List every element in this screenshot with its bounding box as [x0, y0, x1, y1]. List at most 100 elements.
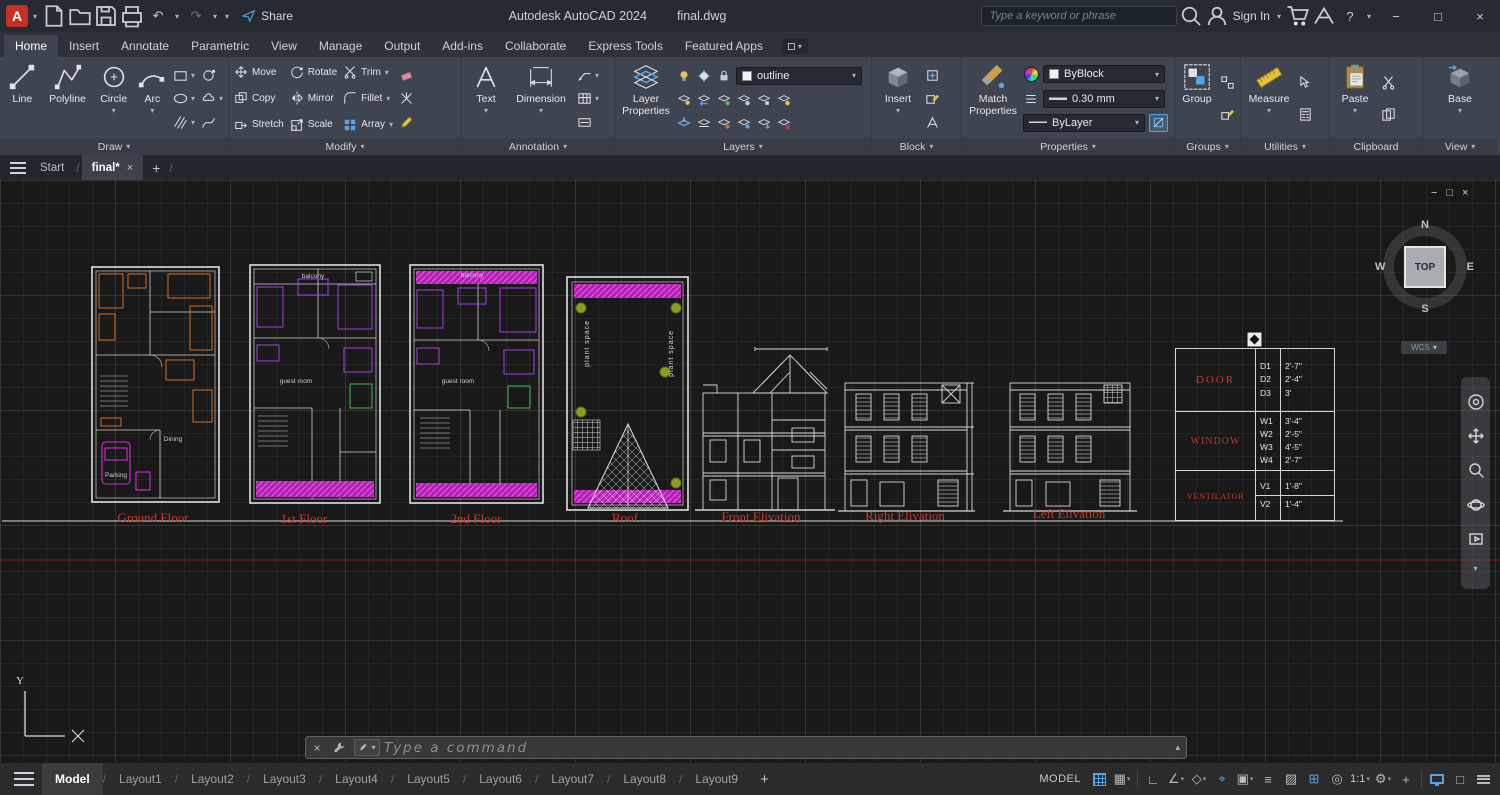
layer-unisolate-icon[interactable] — [736, 93, 752, 108]
ungroup-tool-button[interactable] — [1218, 75, 1237, 90]
tab-layout8[interactable]: Layout8 — [610, 763, 679, 795]
cart-icon[interactable] — [1286, 4, 1310, 28]
orbit-icon[interactable] — [1467, 496, 1485, 514]
ellipse-tool-button[interactable]: ▾ — [171, 91, 197, 106]
isodraft-toggle[interactable]: ◇▾ — [1188, 768, 1210, 790]
panel-view-label[interactable]: View▾ — [1423, 138, 1497, 155]
help-icon[interactable]: ? — [1338, 4, 1362, 28]
plan-roof[interactable] — [567, 277, 688, 510]
leader-tool-button[interactable]: ▾ — [575, 68, 601, 83]
arc-button[interactable]: Arc ▾ — [136, 59, 169, 138]
grid-toggle[interactable] — [1088, 768, 1110, 790]
qat-customize-caret-icon[interactable]: ▾ — [222, 12, 232, 21]
polyline-button[interactable]: Polyline — [44, 59, 92, 138]
isolate-objects-toggle[interactable]: ◎ — [1326, 768, 1348, 790]
graphics-performance-toggle[interactable] — [1426, 768, 1448, 790]
close-button[interactable]: × — [1460, 0, 1500, 32]
tab-express-tools[interactable]: Express Tools — [577, 35, 673, 57]
annotation-scale-button[interactable]: 1:1▾ — [1349, 768, 1371, 790]
cut-tool-button[interactable] — [1379, 75, 1398, 90]
ortho-toggle[interactable]: ∟ — [1142, 768, 1164, 790]
panel-utilities-label[interactable]: Utilities▾ — [1241, 138, 1329, 155]
schedule-table[interactable]: DOOR D12'-7" D22'-4" D33' WINDOW W13'-4"… — [1175, 348, 1335, 521]
command-line[interactable]: × ▾ ▴ — [305, 736, 1187, 759]
viewcube-south[interactable]: S — [1421, 303, 1428, 315]
ucs-icon[interactable] — [25, 691, 84, 742]
array-button[interactable]: Array▾ — [341, 112, 395, 138]
linetype-select[interactable]: ByLayer ▾ — [1023, 114, 1145, 132]
circle-3pt-tool-button[interactable] — [199, 68, 225, 83]
tab-home[interactable]: Home — [4, 35, 58, 57]
tab-layout4[interactable]: Layout4 — [322, 763, 391, 795]
search-icon[interactable] — [1179, 4, 1203, 28]
tab-view[interactable]: View — [260, 35, 308, 57]
layer-on-icon[interactable] — [736, 115, 752, 130]
panel-groups-label[interactable]: Groups▾ — [1175, 138, 1240, 155]
edit-block-tool-button[interactable] — [923, 91, 942, 106]
explode-tool-button[interactable] — [397, 91, 416, 106]
tab-layout6[interactable]: Layout6 — [466, 763, 535, 795]
undo-icon[interactable]: ↶ — [146, 4, 170, 28]
tab-annotate[interactable]: Annotate — [110, 35, 180, 57]
panel-annotation-label[interactable]: Annotation▾ — [462, 138, 614, 155]
base-button[interactable]: Base ▾ — [1438, 59, 1482, 138]
scale-button[interactable]: Scale — [288, 112, 339, 138]
tab-layout9[interactable]: Layout9 — [682, 763, 751, 795]
command-input[interactable] — [384, 740, 1169, 756]
measure-button[interactable]: Measure ▾ — [1244, 59, 1294, 138]
lineweight-toggle[interactable]: ≡ — [1257, 768, 1279, 790]
rectangle-tool-button[interactable]: ▾ — [171, 68, 197, 83]
copy-clip-tool-button[interactable] — [1379, 107, 1398, 122]
file-tab-close-icon[interactable]: × — [127, 162, 133, 174]
group-edit-tool-button[interactable] — [1218, 107, 1237, 122]
viewport-restore-icon[interactable]: □ — [1446, 187, 1453, 199]
tab-model[interactable]: Model — [42, 763, 103, 795]
plot-icon[interactable] — [120, 4, 144, 28]
file-tabs-menu-icon[interactable] — [8, 161, 28, 175]
paste-button[interactable]: Paste ▾ — [1333, 59, 1377, 138]
panel-modify-label[interactable]: Modify▾ — [229, 138, 461, 155]
ribbon-options-button[interactable]: ▾ — [782, 38, 808, 54]
tab-layout5[interactable]: Layout5 — [394, 763, 463, 795]
tab-featured-apps[interactable]: Featured Apps — [674, 35, 774, 57]
layer-properties-button[interactable]: Layer Properties — [618, 59, 674, 138]
command-history-caret-icon[interactable]: ▴ — [1169, 742, 1186, 753]
help-search-input[interactable] — [981, 6, 1177, 26]
tab-addins[interactable]: Add-ins — [431, 35, 494, 57]
copy-button[interactable]: Copy — [232, 85, 286, 111]
tab-manage[interactable]: Manage — [308, 35, 373, 57]
navbar-caret-icon[interactable]: ▾ — [1473, 564, 1477, 573]
autodesk-account-icon[interactable] — [1312, 4, 1336, 28]
command-customize-icon[interactable] — [328, 741, 350, 754]
redo-icon[interactable]: ↷ — [184, 4, 208, 28]
plan-ground-floor[interactable] — [92, 267, 219, 502]
layer-merge-icon[interactable] — [756, 115, 772, 130]
minimize-button[interactable]: − — [1376, 0, 1416, 32]
snap-toggle[interactable]: ▦▾ — [1111, 768, 1133, 790]
open-folder-icon[interactable] — [68, 4, 92, 28]
share-button[interactable]: Share — [234, 9, 301, 23]
panel-block-label[interactable]: Block▾ — [872, 138, 961, 155]
front-elevation[interactable] — [695, 347, 835, 510]
file-tab-start[interactable]: Start — [30, 158, 74, 178]
object-color-select[interactable]: ByBlock ▾ — [1043, 65, 1165, 83]
new-layout-button[interactable]: + — [751, 771, 778, 788]
lineweight-select[interactable]: 0.30 mm ▾ — [1043, 90, 1165, 108]
panel-properties-label[interactable]: Properties▾ — [962, 138, 1174, 155]
tab-layout1[interactable]: Layout1 — [106, 763, 175, 795]
transparency-toggle[interactable]: ▨ — [1280, 768, 1302, 790]
panel-clipboard-label[interactable]: Clipboard — [1330, 138, 1422, 155]
viewcube-top-face[interactable]: TOP — [1404, 246, 1446, 288]
create-block-tool-button[interactable] — [923, 68, 942, 83]
layer-walk-icon[interactable] — [696, 115, 712, 130]
tab-insert[interactable]: Insert — [58, 35, 110, 57]
save-icon[interactable] — [94, 4, 118, 28]
viewport-minimize-icon[interactable]: − — [1431, 187, 1437, 199]
recent-commands-button[interactable]: ▾ — [354, 739, 380, 756]
tab-layout7[interactable]: Layout7 — [538, 763, 607, 795]
new-drawing-button[interactable]: + — [145, 160, 167, 176]
viewcube-east[interactable]: E — [1467, 261, 1474, 273]
layer-off-tool-icon[interactable] — [776, 93, 792, 108]
tab-output[interactable]: Output — [373, 35, 431, 57]
layout-menu-icon[interactable] — [14, 772, 34, 786]
